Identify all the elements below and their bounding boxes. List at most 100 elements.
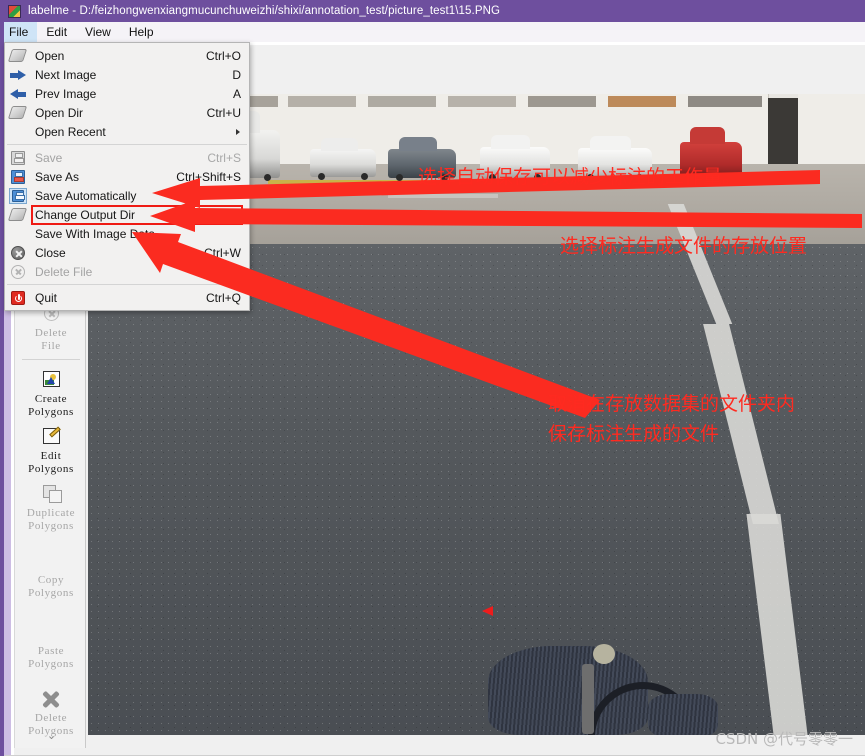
labelme-logo-icon — [8, 4, 21, 18]
toolbar-label: Polygons — [28, 657, 74, 670]
save-icon — [9, 150, 27, 166]
paste-polygons-icon — [40, 621, 62, 643]
toolbar-label: Copy — [37, 574, 65, 586]
menu-item-shortcut: Ctrl+Shift+S — [176, 169, 241, 184]
menu-item-label: Close — [35, 245, 66, 260]
menu-item-label: Delete File — [35, 264, 93, 279]
menu-item-shortcut: Ctrl+O — [205, 48, 241, 63]
menu-item-delete-file[interactable]: Delete File Ctrl+Del — [5, 262, 249, 281]
toolbar-button-paste-polygons[interactable]: Paste Polygons — [15, 616, 85, 673]
toolbar-label: Polygons — [28, 462, 74, 475]
toolbar-button-duplicate-polygons[interactable]: Duplicate Polygons — [15, 478, 85, 535]
menu-item-label: Open — [35, 48, 65, 63]
menu-item-shortcut: A — [232, 86, 241, 101]
wall-stripe — [608, 96, 676, 107]
toolbar-label: Polygons — [28, 519, 74, 532]
annotation-text-3-line-1: 取消在存放数据集的文件夹内 — [548, 393, 796, 415]
menubar-item-view[interactable]: View — [76, 22, 120, 42]
menu-item-save[interactable]: Save Ctrl+S — [5, 148, 249, 167]
menu-item-shortcut: D — [232, 67, 241, 82]
lane-marking — [388, 194, 498, 198]
title-bar: labelme - D:/feizhongwenxiangmucunchuwei… — [0, 0, 865, 22]
annotation-text-3-line-2: 保存标注生成的文件 — [548, 423, 720, 445]
open-folder-icon — [7, 48, 28, 64]
menu-item-shortcut: Ctrl+W — [204, 245, 241, 260]
sweeper-cap — [593, 644, 615, 664]
menu-item-save-as[interactable]: Save As Ctrl+Shift+S — [5, 167, 249, 186]
menu-item-close[interactable]: Close Ctrl+W — [5, 243, 249, 262]
delete-polygons-icon — [40, 688, 62, 710]
toolbar-button-copy-polygons[interactable]: Copy Polygons — [15, 545, 85, 602]
submenu-chevron-right-icon — [236, 128, 240, 135]
arrow-left-icon — [9, 86, 27, 102]
window-title: labelme - D:/feizhongwenxiangmucunchuwei… — [28, 5, 501, 17]
wall-stripe — [528, 96, 596, 107]
menu-item-label: Change Output Dir — [31, 204, 243, 225]
quit-icon — [9, 290, 27, 306]
menu-item-shortcut: Ctrl+U — [206, 105, 241, 120]
toolbar-button-create-polygons[interactable]: Create Polygons — [15, 364, 85, 421]
annotation-text-2: 选择标注生成文件的存放位置 — [560, 235, 808, 257]
arrow-right-icon — [9, 67, 27, 83]
menu-item-open-dir[interactable]: Open Dir Ctrl+U — [5, 103, 249, 122]
menu-item-prev-image[interactable]: Prev Image A — [5, 84, 249, 103]
copy-polygons-icon — [40, 550, 62, 572]
menu-item-shortcut: Ctrl+Del — [197, 264, 241, 279]
toolbar-button-edit-polygons[interactable]: Edit Polygons — [15, 421, 85, 478]
annotation-text-1: 选择自动保存可以减少标注的工作量。 — [418, 166, 742, 188]
menu-item-next-image[interactable]: Next Image D — [5, 65, 249, 84]
duplicate-polygons-icon — [40, 483, 62, 505]
sweeper-brush — [648, 694, 718, 735]
menu-item-shortcut: Ctrl+S — [207, 150, 241, 165]
menu-item-label: Quit — [35, 290, 58, 305]
toolbar-overflow-chevron-down-icon[interactable]: ⌄ — [15, 729, 85, 742]
edit-polygons-icon — [40, 426, 62, 448]
create-polygons-icon — [40, 369, 62, 391]
menu-item-label: Save With Image Data — [35, 226, 156, 241]
toolbar-label: Polygons — [28, 405, 74, 418]
open-folder-icon — [7, 207, 28, 223]
menu-item-label: Open Dir — [35, 105, 84, 120]
labelme-window: labelme - D:/feizhongwenxiangmucunchuwei… — [0, 0, 865, 756]
menu-separator — [7, 144, 247, 145]
menu-item-save-automatically[interactable]: Save Automatically — [5, 186, 249, 205]
toolbar-button-undo[interactable]: Undo — [15, 744, 85, 748]
toolbar-label: Edit — [40, 450, 62, 462]
no-icon — [9, 124, 27, 140]
save-as-icon — [9, 169, 27, 185]
toolbar-label: Delete — [34, 712, 68, 724]
toolbar-label: Delete — [34, 327, 68, 339]
menu-bar: File Edit View Help — [0, 22, 865, 43]
file-menu-popup: Open Ctrl+O Next Image D Prev Image A Op… — [4, 42, 250, 311]
menu-item-label: Save As — [35, 169, 80, 184]
wall-panel — [798, 94, 865, 164]
menubar-item-edit[interactable]: Edit — [37, 22, 76, 42]
menu-item-open-recent[interactable]: Open Recent — [5, 122, 249, 141]
menu-item-label: Prev Image — [35, 86, 97, 101]
menu-item-quit[interactable]: Quit Ctrl+Q — [5, 288, 249, 307]
toolbar-label: Duplicate — [26, 507, 76, 519]
menu-separator — [7, 284, 247, 285]
wall-stripe — [448, 96, 516, 107]
csdn-watermark: CSDN @代号零零一 — [715, 730, 853, 748]
toolbar-label: Create — [34, 393, 68, 405]
no-icon — [9, 226, 27, 242]
menu-item-open[interactable]: Open Ctrl+O — [5, 46, 249, 65]
menu-item-change-output-dir[interactable]: Change Output Dir — [5, 204, 249, 225]
menu-item-label: Save — [35, 150, 63, 165]
toolbar-label: File — [41, 339, 61, 352]
menubar-item-file[interactable]: File — [0, 22, 38, 42]
toolbar-label: Paste — [37, 645, 65, 657]
garage-opening — [768, 98, 798, 164]
parked-car — [310, 137, 376, 180]
menu-item-label: Next Image — [35, 67, 97, 82]
close-circle-icon — [9, 245, 27, 261]
wall-stripe — [368, 96, 436, 107]
menu-item-label: Save Automatically — [35, 188, 137, 203]
menu-item-save-with-image-data[interactable]: Save With Image Data — [5, 224, 249, 243]
wall-stripe — [688, 96, 762, 107]
menubar-item-help[interactable]: Help — [120, 22, 163, 42]
red-arrow-cursor — [482, 606, 493, 616]
toolbar-label: Polygons — [28, 586, 74, 599]
wall-stripe — [288, 96, 356, 107]
